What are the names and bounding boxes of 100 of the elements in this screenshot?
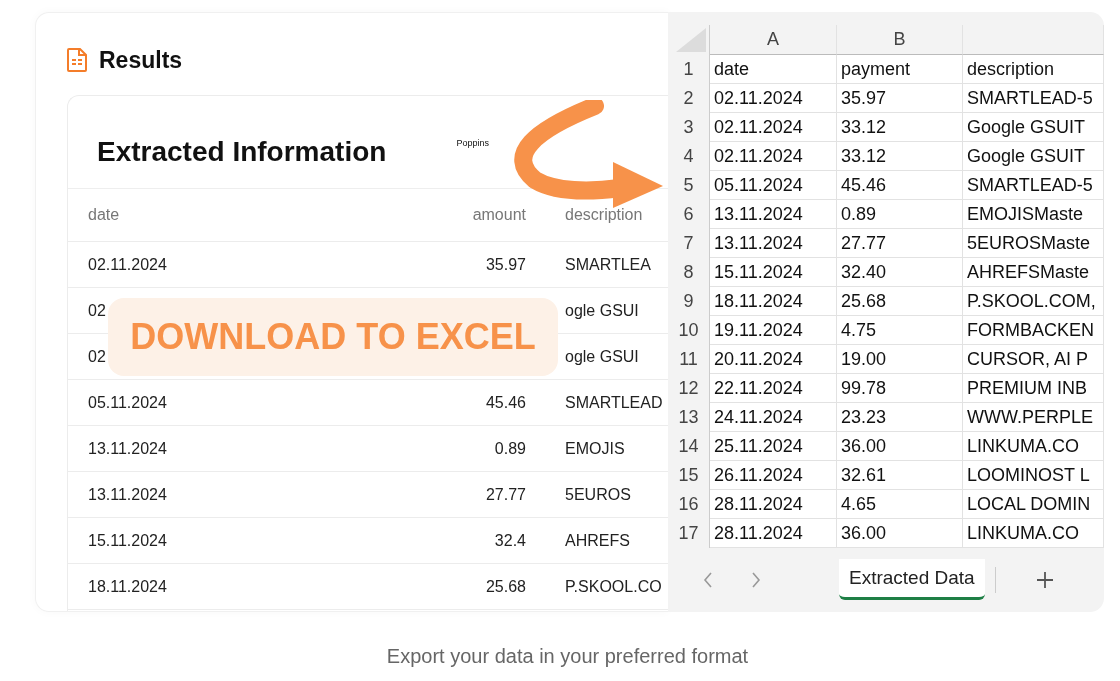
next-icon[interactable] xyxy=(751,571,761,588)
row-number[interactable]: 11 xyxy=(679,349,698,370)
row-number[interactable]: 10 xyxy=(678,320,699,341)
table-cell: 5EUROS xyxy=(565,485,631,503)
table-cell: 05.11.2024 xyxy=(88,393,167,411)
sheet-cell: 99.78 xyxy=(841,377,887,399)
table-cell: EMOJIS xyxy=(565,439,625,457)
sheet-cell: 28.11.2024 xyxy=(714,493,803,515)
table-cell: 45.46 xyxy=(485,393,526,411)
column-header: date xyxy=(88,206,120,223)
sheet-cell: 4.65 xyxy=(841,493,877,515)
sheet-cell: 33.12 xyxy=(841,116,887,138)
sheet-cell: 24.11.2024 xyxy=(714,406,803,428)
sheet-cell: AHREFSMaste xyxy=(967,261,1090,283)
sheet-cell: PREMIUM INB xyxy=(967,377,1087,399)
sheet-cell: SMARTLEAD-5 xyxy=(967,87,1093,109)
sheet-cell: 0.89 xyxy=(841,203,877,225)
sheet-cell: Google GSUIT xyxy=(967,116,1086,138)
sheet-cell: P.SKOOL.COM, xyxy=(967,290,1096,312)
card-title: Extracted Information xyxy=(97,136,387,168)
table-cell: 25.68 xyxy=(485,577,526,595)
column-heading[interactable] xyxy=(963,25,1104,55)
sheet-cell: 22.11.2024 xyxy=(714,377,803,399)
sheet-cell: 4.75 xyxy=(841,319,877,341)
sheet-cell: date xyxy=(714,58,750,80)
row-number[interactable]: 8 xyxy=(683,262,694,283)
sheet-cell: LOCAL DOMIN xyxy=(967,493,1091,515)
row-number[interactable]: 13 xyxy=(678,407,699,428)
sheet-cell: LOOMINOST L xyxy=(967,464,1090,486)
table-cell: 13.11.2024 xyxy=(88,439,167,457)
section-title: Results xyxy=(99,46,183,74)
sheet-cell: 25.68 xyxy=(841,290,887,312)
sheet-cell: payment xyxy=(841,58,911,80)
sheet-cell: 19.00 xyxy=(841,348,887,370)
sheet-cell: SMARTLEAD-5 xyxy=(967,174,1093,196)
sheet-cell: 32.61 xyxy=(841,464,887,486)
row-number[interactable]: 5 xyxy=(683,175,694,196)
sheet-cell: 02.11.2024 xyxy=(714,116,803,138)
sheet-cell: 02.11.2024 xyxy=(714,145,803,167)
sheet-cell: FORMBACKEN xyxy=(967,319,1094,341)
sheet-cell: 05.11.2024 xyxy=(714,174,803,196)
table-cell: 0.89 xyxy=(494,439,526,457)
column-header: description xyxy=(565,206,643,223)
row-number[interactable]: 4 xyxy=(683,146,694,167)
table-cell: 15.11.2024 xyxy=(88,531,167,549)
row-number[interactable]: 12 xyxy=(678,378,699,399)
sheet-cell: LINKUMA.CO xyxy=(967,435,1080,457)
row-number[interactable]: 3 xyxy=(683,117,694,138)
sheet-cell: description xyxy=(967,58,1055,80)
row-number[interactable]: 7 xyxy=(683,233,694,254)
table-cell: 35.97 xyxy=(485,255,526,273)
table-cell: 18.11.2024 xyxy=(88,577,167,595)
table-cell: ogle GSUI xyxy=(565,347,639,365)
sheet-cell: 45.46 xyxy=(841,174,887,196)
row-number[interactable]: 16 xyxy=(678,494,699,515)
sheet-cell: 36.00 xyxy=(841,522,887,544)
column-heading[interactable]: B xyxy=(837,25,963,55)
table-cell: 13.11.2024 xyxy=(88,485,167,503)
sheet-cell: LINKUMA.CO xyxy=(967,522,1080,544)
column-header: amount xyxy=(472,206,526,223)
table-cell: P.SKOOL.CO xyxy=(565,577,662,595)
table-cell: AHREFS xyxy=(565,531,630,549)
sheet-cell: 5EUROSMaste xyxy=(967,232,1091,254)
table-cell: ogle GSUI xyxy=(565,301,639,319)
sheet-cell: 02.11.2024 xyxy=(714,87,803,109)
sheet-cell: 15.11.2024 xyxy=(714,261,803,283)
sheet-cell: 33.12 xyxy=(841,145,887,167)
sheet-cell: 36.00 xyxy=(841,435,887,457)
download-banner: DOWNLOAD TO EXCEL xyxy=(108,298,558,376)
row-number[interactable]: 14 xyxy=(678,436,699,457)
table-cell: SMARTLEAD xyxy=(565,393,663,411)
row-number[interactable]: 17 xyxy=(678,523,699,544)
font-label: Poppins xyxy=(456,138,489,148)
sheet-cell: 35.97 xyxy=(841,87,887,109)
table-cell: 02.11.2024 xyxy=(88,255,167,273)
sheet-cell: 13.11.2024 xyxy=(714,232,803,254)
sheet-cell: Google GSUIT xyxy=(967,145,1086,167)
sheet-cell: 18.11.2024 xyxy=(714,290,803,312)
sheet-cell: 32.40 xyxy=(841,261,887,283)
spreadsheet-file-icon xyxy=(67,48,87,72)
column-heading[interactable]: A xyxy=(710,25,837,55)
sheet-cell: 26.11.2024 xyxy=(714,464,803,486)
sheet-cell: WWW.PERPLE xyxy=(967,406,1093,428)
table-cell: 02 xyxy=(88,301,106,319)
sheet-cell: 23.23 xyxy=(841,406,887,428)
previous-icon[interactable] xyxy=(703,571,713,588)
table-cell: 32.4 xyxy=(494,531,526,549)
sheet-cell: CURSOR, AI P xyxy=(967,348,1089,370)
add-sheet-icon[interactable] xyxy=(1035,570,1054,589)
sheet-cell: EMOJISMaste xyxy=(967,203,1084,225)
sheet-tab[interactable]: Extracted Data xyxy=(839,559,985,600)
row-number[interactable]: 15 xyxy=(678,465,699,486)
sheet-cell: 20.11.2024 xyxy=(714,348,803,370)
row-number[interactable]: 1 xyxy=(683,59,694,80)
row-number[interactable]: 6 xyxy=(683,204,694,225)
table-cell: 27.77 xyxy=(485,485,526,503)
row-number[interactable]: 9 xyxy=(683,291,694,312)
table-cell: 02 xyxy=(88,347,106,365)
row-number[interactable]: 2 xyxy=(683,88,694,109)
sheet-cell: 28.11.2024 xyxy=(714,522,803,544)
